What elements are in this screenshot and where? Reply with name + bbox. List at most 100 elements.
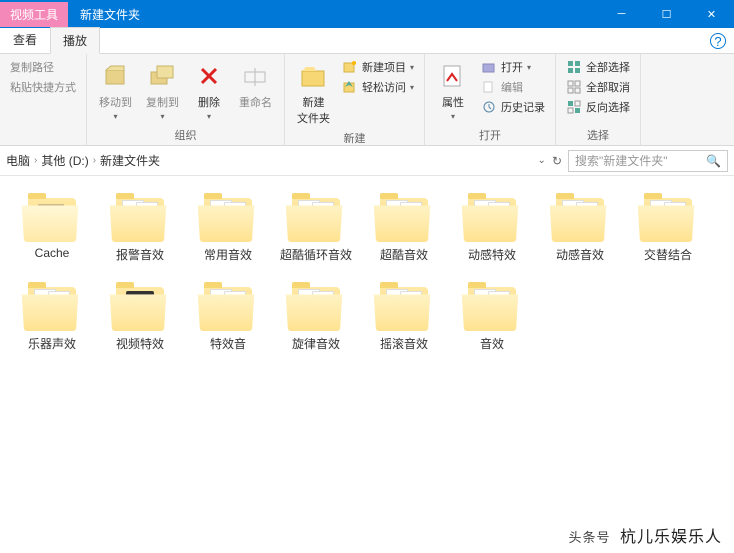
folder-item[interactable]: 特效音 [184,277,272,358]
folder-label: 报警音效 [116,246,164,263]
chevron-right-icon: › [34,155,37,166]
folder-label: 超酷循环音效 [280,246,352,263]
rename-button[interactable]: 重命名 [235,58,276,112]
tab-view[interactable]: 查看 [0,26,50,53]
maximize-button[interactable]: ☐ [644,0,689,28]
folder-item[interactable]: 动感音效 [536,188,624,269]
open-button[interactable]: 打开 ▾ [479,58,547,76]
chevron-down-icon: ▾ [410,83,414,92]
paste-shortcut-button[interactable]: 粘贴快捷方式 [8,78,78,96]
new-item-icon [342,59,358,75]
new-folder-icon [298,60,330,92]
properties-button[interactable]: 属性 ▾ [433,58,473,123]
ribbon-group-open: 属性 ▾ 打开 ▾ 编辑 [425,54,556,145]
breadcrumb-drive[interactable]: 其他 (D:) [41,152,88,169]
folder-item[interactable]: 交替结合 [624,188,712,269]
group-label: 选择 [564,125,632,143]
breadcrumb-folder[interactable]: 新建文件夹 [100,152,160,169]
folder-icon [376,194,432,242]
folder-label: 动感特效 [468,246,516,263]
select-all-icon [566,59,582,75]
folder-icon [464,283,520,331]
history-icon [481,99,497,115]
folder-item[interactable]: 旋律音效 [272,277,360,358]
group-label [8,141,78,143]
move-to-button[interactable]: 移动到 ▾ [95,58,136,123]
window-titlebar: 视频工具 新建文件夹 ─ ☐ ✕ [0,0,734,28]
help-icon[interactable]: ? [710,33,726,49]
ribbon-group-clipboard: 复制路径 粘贴快捷方式 [0,54,87,145]
folder-item[interactable]: 报警音效 [96,188,184,269]
copy-to-icon [147,60,179,92]
close-button[interactable]: ✕ [689,0,734,28]
folder-label: 超酷音效 [380,246,428,263]
ribbon-group-new: 新建 文件夹 新建项目 ▾ 轻松访问 ▾ 新建 [285,54,425,145]
folder-item[interactable]: 超酷循环音效 [272,188,360,269]
easy-access-icon [342,79,358,95]
watermark: 头条号 杭儿乐娱乐人 [569,523,722,547]
folder-label: 乐器声效 [28,335,76,352]
window-title: 新建文件夹 [68,6,599,23]
ribbon-group-organize: 移动到 ▾ 复制到 ▾ 删除 ▾ 重命名 [87,54,285,145]
search-input[interactable]: 搜索"新建文件夹" 🔍 [568,150,728,172]
folder-icon [112,283,168,331]
folder-item[interactable]: 超酷音效 [360,188,448,269]
copy-to-button[interactable]: 复制到 ▾ [142,58,183,123]
easy-access-button[interactable]: 轻松访问 ▾ [340,78,416,96]
folder-view[interactable]: Cache 报警音效 常用音效 超酷循环音效 超酷音效 动感特效 动感音效交替结合乐器声效 视… [0,176,734,553]
folder-item[interactable]: 音效 [448,277,536,358]
folder-item[interactable]: 常用音效 [184,188,272,269]
breadcrumb-pc[interactable]: 电脑 [6,152,30,169]
folder-item[interactable]: 摇滚音效 [360,277,448,358]
chevron-right-icon: › [93,155,96,166]
invert-selection-button[interactable]: 反向选择 [564,98,632,116]
search-placeholder: 搜索"新建文件夹" [575,152,668,169]
history-button[interactable]: 历史记录 [479,98,547,116]
folder-label: 常用音效 [204,246,252,263]
folder-label: 旋律音效 [292,335,340,352]
folder-icon [112,194,168,242]
folder-label: 摇滚音效 [380,335,428,352]
refresh-icon[interactable]: ↻ [552,154,562,168]
chevron-down-icon: ▾ [410,63,414,72]
edit-button[interactable]: 编辑 [479,78,547,96]
chevron-down-icon: ▾ [113,112,117,121]
select-none-button[interactable]: 全部取消 [564,78,632,96]
group-label: 新建 [293,128,416,146]
folder-item[interactable]: 乐器声效 [8,277,96,358]
address-bar: 电脑 › 其他 (D:) › 新建文件夹 ⌄ ↻ 搜索"新建文件夹" 🔍 [0,146,734,176]
breadcrumb[interactable]: 电脑 › 其他 (D:) › 新建文件夹 [6,152,532,169]
folder-icon [24,194,80,242]
new-item-button[interactable]: 新建项目 ▾ [340,58,416,76]
folder-item[interactable]: 视频特效 [96,277,184,358]
edit-icon [481,79,497,95]
folder-label: 音效 [480,335,504,352]
folder-label: Cache [35,246,70,260]
folder-icon [24,283,80,331]
history-dropdown-icon[interactable]: ⌄ [538,155,546,166]
chevron-down-icon: ▾ [527,63,531,72]
move-to-icon [100,60,132,92]
folder-label: 特效音 [210,335,246,352]
folder-icon [200,194,256,242]
search-icon[interactable]: 🔍 [706,154,721,168]
delete-icon [193,60,225,92]
copy-path-button[interactable]: 复制路径 [8,58,78,76]
folder-icon [288,283,344,331]
window-controls: ─ ☐ ✕ [599,0,734,28]
folder-label: 交替结合 [644,246,692,263]
chevron-down-icon: ▾ [451,112,455,121]
select-all-button[interactable]: 全部选择 [564,58,632,76]
rename-icon [240,60,272,92]
minimize-button[interactable]: ─ [599,0,644,28]
properties-icon [437,60,469,92]
chevron-down-icon: ▾ [160,112,164,121]
new-folder-button[interactable]: 新建 文件夹 [293,58,334,128]
folder-item[interactable]: 动感特效 [448,188,536,269]
folder-icon [288,194,344,242]
contextual-tab[interactable]: 视频工具 [0,2,68,27]
folder-item[interactable]: Cache [8,188,96,269]
delete-button[interactable]: 删除 ▾ [189,58,229,123]
tab-play[interactable]: 播放 [50,27,100,54]
group-label: 打开 [433,125,547,143]
